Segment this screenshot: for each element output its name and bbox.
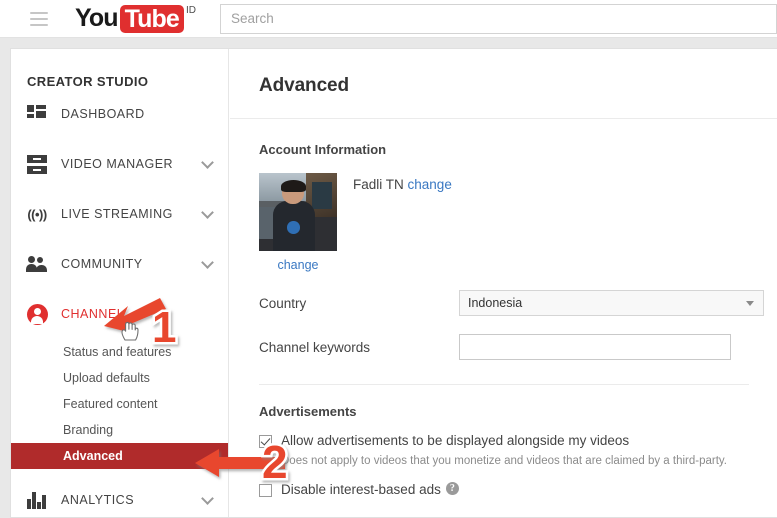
logo-text-you: You	[75, 3, 119, 32]
chevron-down-icon[interactable]	[201, 256, 214, 269]
sidebar-item-channel[interactable]: CHANNEL	[11, 289, 228, 339]
community-icon	[25, 252, 49, 276]
submenu-item-featured-content[interactable]: Featured content	[11, 391, 228, 417]
studio-card: CREATOR STUDIO DASHBOARD VIDEO MANAGER (…	[10, 48, 777, 518]
account-name-change-link[interactable]: change	[408, 177, 452, 192]
sidebar-item-live-streaming[interactable]: ((•)) LIVE STREAMING	[11, 189, 228, 239]
sidebar-item-label: CHANNEL	[61, 307, 125, 321]
sidebar-item-label: COMMUNITY	[61, 257, 143, 271]
disable-interest-ads-row: Disable interest-based ads ?	[230, 482, 777, 498]
analytics-icon	[25, 488, 49, 512]
country-field-row: Country Indonesia	[230, 290, 777, 316]
allow-ads-sublabel: Does not apply to videos that you moneti…	[281, 455, 727, 467]
logo-locale-code: ID	[185, 4, 196, 16]
hamburger-menu-icon[interactable]	[30, 11, 48, 26]
account-information-heading: Account Information	[259, 142, 387, 157]
avatar-column: change	[259, 173, 339, 272]
sidebar-item-video-manager[interactable]: VIDEO MANAGER	[11, 139, 228, 189]
allow-ads-checkbox[interactable]	[259, 435, 272, 448]
video-manager-icon	[25, 152, 49, 176]
submenu-item-advanced[interactable]: Advanced	[11, 443, 228, 469]
country-selected-value: Indonesia	[468, 296, 523, 310]
account-name-row: Fadli TN change	[353, 173, 452, 272]
avatar[interactable]	[259, 173, 337, 251]
live-streaming-icon: ((•))	[27, 206, 47, 222]
creator-studio-title: CREATOR STUDIO	[27, 74, 149, 89]
account-name: Fadli TN	[353, 177, 404, 192]
logo-tube-badge: Tube	[119, 4, 184, 33]
disable-interest-ads-label: Disable interest-based ads	[281, 482, 441, 497]
chevron-down-icon[interactable]	[201, 206, 214, 219]
allow-ads-row: Allow advertisements to be displayed alo…	[230, 433, 777, 468]
country-select[interactable]: Indonesia	[459, 290, 764, 316]
dashboard-icon	[25, 102, 49, 126]
advertisements-heading: Advertisements	[259, 404, 357, 419]
allow-ads-text-group: Allow advertisements to be displayed alo…	[281, 433, 727, 468]
submenu-item-status-and-features[interactable]: Status and features	[11, 339, 228, 365]
sidebar-navigation: CREATOR STUDIO DASHBOARD VIDEO MANAGER (…	[11, 49, 229, 517]
account-row: change Fadli TN change	[230, 157, 777, 272]
top-navigation-bar: You Tube ID	[0, 0, 777, 38]
sidebar-item-community[interactable]: COMMUNITY	[11, 239, 228, 289]
channel-icon	[25, 302, 49, 326]
help-question-icon[interactable]: ?	[445, 482, 459, 495]
chevron-down-icon[interactable]	[201, 492, 214, 505]
sidebar-item-label: ANALYTICS	[61, 493, 135, 507]
sidebar-item-label: VIDEO MANAGER	[61, 157, 174, 171]
main-content-panel: Advanced Account Information change Fadl…	[230, 49, 777, 517]
chevron-down-icon	[746, 301, 754, 306]
channel-keywords-label: Channel keywords	[259, 339, 371, 355]
search-container	[219, 3, 777, 34]
submenu-item-branding[interactable]: Branding	[11, 417, 228, 443]
sidebar-item-label: LIVE STREAMING	[61, 207, 173, 221]
chevron-down-icon[interactable]	[201, 156, 214, 169]
disable-interest-ads-checkbox[interactable]	[259, 484, 272, 497]
avatar-change-link[interactable]: change	[259, 258, 337, 272]
youtube-creator-studio-page: You Tube ID CREATOR STUDIO DASHBOARD	[0, 0, 777, 518]
channel-keywords-input[interactable]	[459, 334, 731, 360]
allow-ads-label: Allow advertisements to be displayed alo…	[281, 433, 630, 448]
search-input[interactable]	[219, 3, 777, 34]
logo-text-tube: Tube	[124, 4, 180, 33]
sidebar-item-label: DASHBOARD	[61, 107, 145, 121]
submenu-item-upload-defaults[interactable]: Upload defaults	[11, 365, 228, 391]
keywords-field-row: Channel keywords	[230, 334, 777, 360]
channel-submenu: Status and features Upload defaults Feat…	[11, 339, 228, 469]
country-label: Country	[259, 295, 307, 311]
sidebar-item-analytics[interactable]: ANALYTICS	[11, 475, 228, 517]
sidebar-item-dashboard[interactable]: DASHBOARD	[11, 89, 228, 139]
page-title: Advanced	[259, 75, 350, 96]
youtube-logo[interactable]: You Tube ID	[75, 3, 196, 33]
